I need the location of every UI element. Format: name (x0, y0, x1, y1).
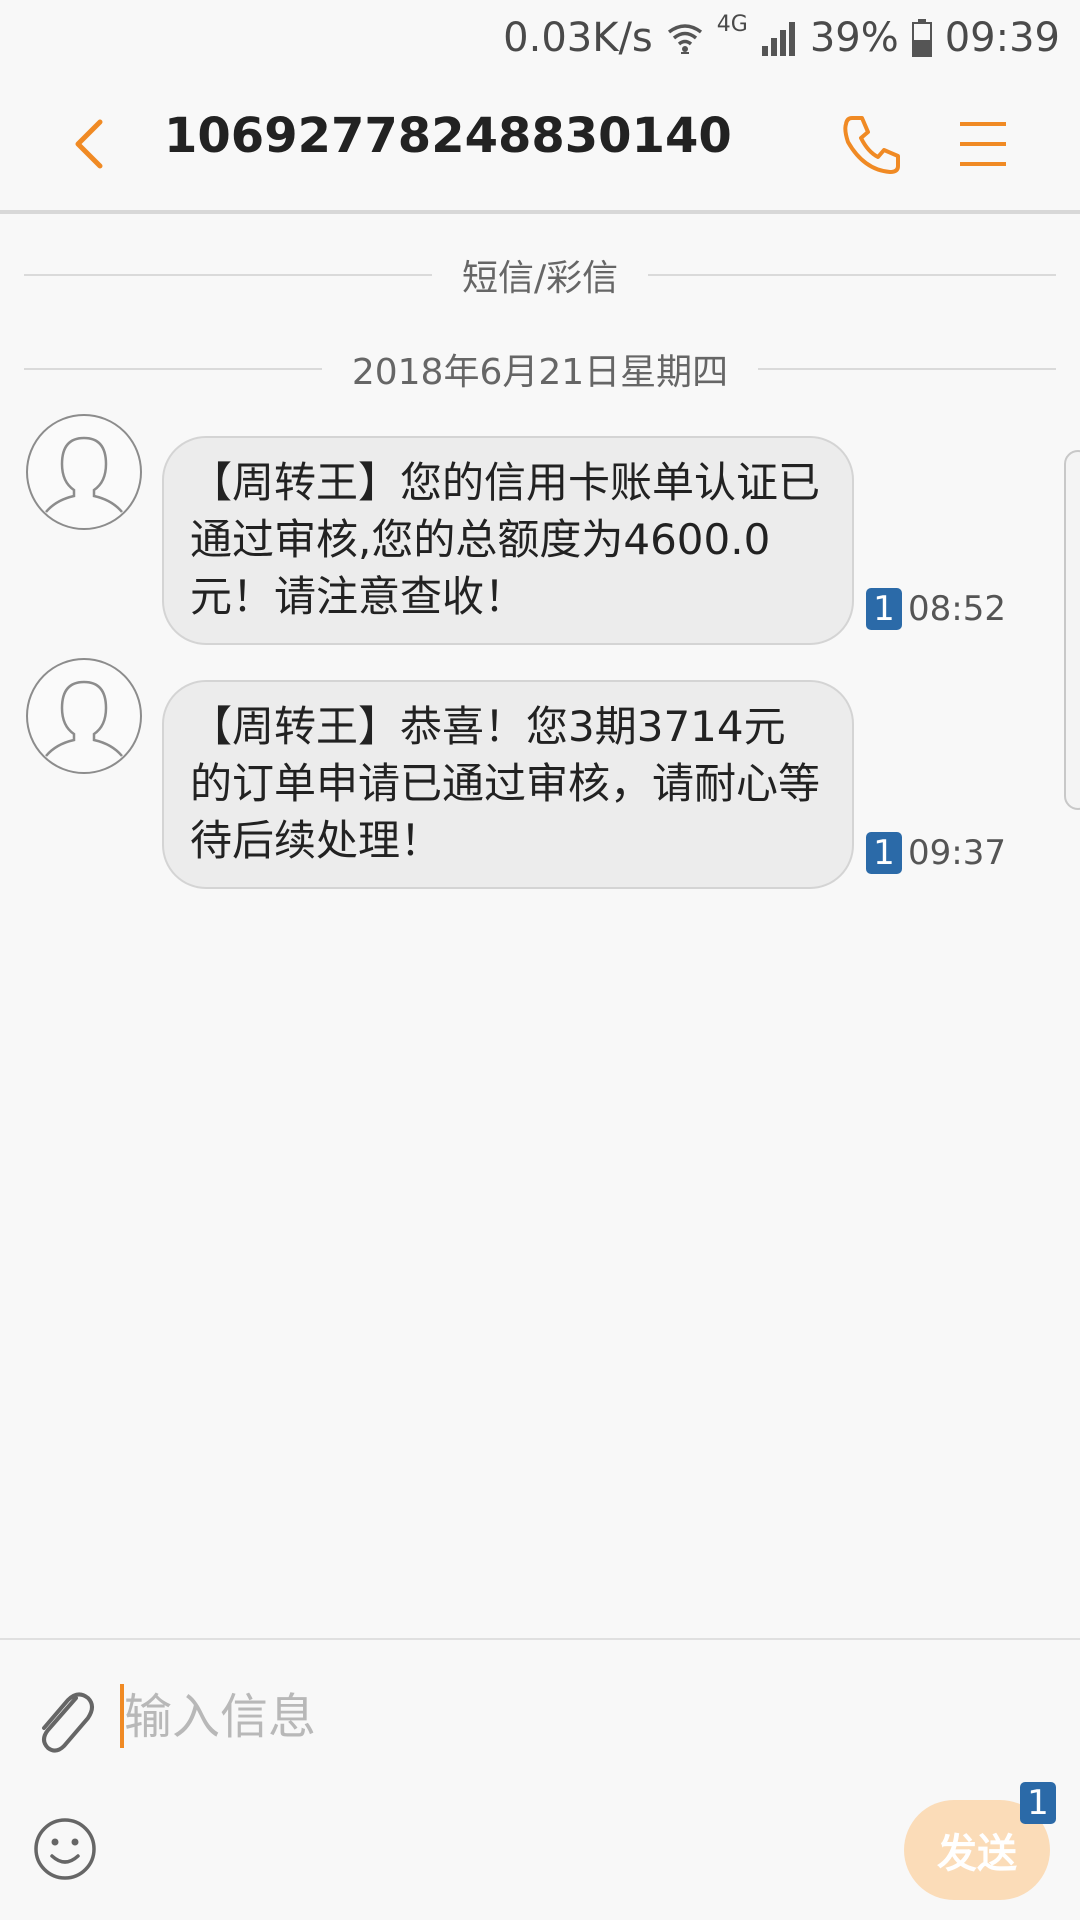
message-bubble[interactable]: 【周转王】恭喜！您3期3714元的订单申请已通过审核，请耐心等待后续处理！ (162, 680, 854, 889)
message-bubble[interactable]: 【周转王】您的信用卡账单认证已通过审核,您的总额度为4600.0元！请注意查收！ (162, 436, 854, 645)
message-time: 09:37 (908, 833, 1006, 873)
sim-card-icon: 1 (866, 832, 902, 874)
sim-card-icon: 1 (866, 588, 902, 630)
wifi-icon (665, 18, 705, 58)
divider-line (24, 368, 322, 370)
paperclip-icon[interactable] (32, 1678, 96, 1758)
avatar[interactable] (26, 658, 142, 774)
battery-percent: 39% (809, 15, 899, 61)
phone-icon[interactable] (838, 112, 904, 178)
avatar[interactable] (26, 414, 142, 530)
status-bar: 0.03K/s 4G 39% 09:39 (0, 0, 1080, 76)
message-composer: 发送 1 (0, 1638, 1080, 1920)
divider-line (758, 368, 1056, 370)
net-speed: 0.03K/s (503, 15, 653, 61)
signal-icon (760, 18, 798, 58)
message-input[interactable] (120, 1672, 944, 1762)
divider-line (648, 274, 1057, 276)
menu-icon[interactable] (958, 116, 1008, 172)
divider-line (24, 274, 432, 276)
contact-number-title: 10692778248830140 (164, 108, 732, 164)
conversation-header: 10692778248830140 (0, 76, 1080, 214)
emoji-icon[interactable] (32, 1816, 98, 1882)
date-label: 2018年6月21日星期四 (351, 352, 729, 393)
channel-label: 短信/彩信 (461, 258, 619, 299)
back-chevron-icon[interactable] (64, 112, 120, 176)
message-time: 08:52 (908, 589, 1006, 629)
messaging-screen: 0.03K/s 4G 39% 09:39 10692778248830140 短… (0, 0, 1080, 1920)
clock: 09:39 (944, 15, 1060, 61)
network-type: 4G (716, 12, 748, 37)
edge-panel-handle[interactable] (1064, 450, 1080, 810)
message-meta: 1 09:37 (866, 832, 1006, 874)
message-meta: 1 08:52 (866, 588, 1006, 630)
status-indicators: 0.03K/s 4G 39% 09:39 (503, 10, 1060, 66)
date-divider: 2018年6月21日星期四 (24, 344, 1056, 394)
sim-card-icon: 1 (1020, 1782, 1056, 1824)
channel-divider: 短信/彩信 (24, 250, 1057, 300)
battery-icon (911, 18, 933, 58)
